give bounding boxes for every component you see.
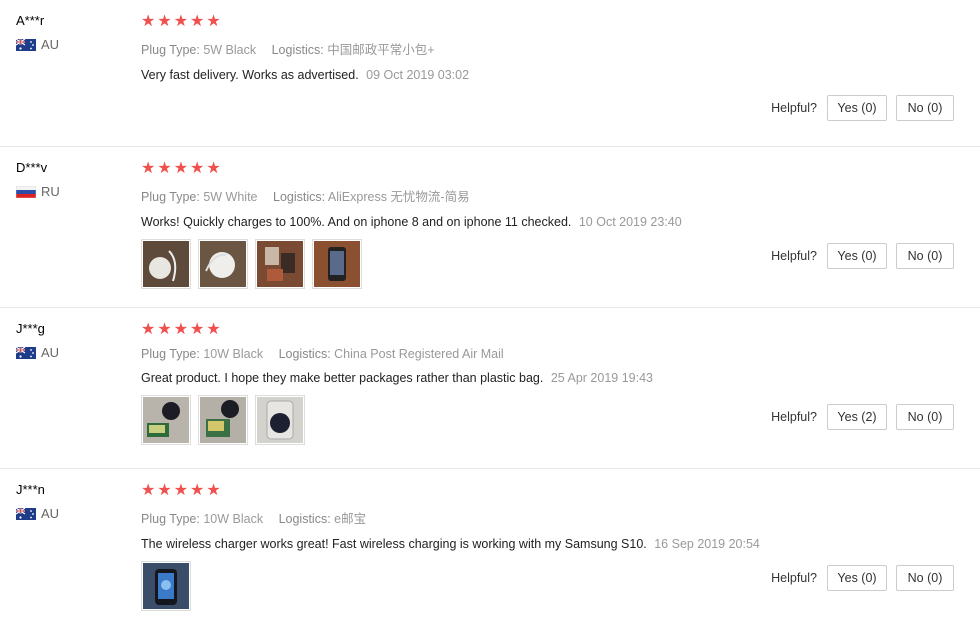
review-photo-thumbnail[interactable] xyxy=(141,239,191,289)
review-text: Great product. I hope they make better p… xyxy=(141,371,544,385)
review-photo-thumbnail[interactable] xyxy=(312,239,362,289)
helpful-controls: Helpful? Yes (0) No (0) xyxy=(771,565,954,591)
logistics-label: Logistics: xyxy=(278,512,331,526)
star-rating: ★★★★★ xyxy=(141,482,223,499)
review-content: ★★★★★ Plug Type: 10W Black Logistics: e邮… xyxy=(141,483,960,611)
review-user: J***n AU xyxy=(16,482,59,521)
star-rating: ★★★★★ xyxy=(141,13,223,30)
helpful-label: Helpful? xyxy=(771,410,817,424)
logistics-value: e邮宝 xyxy=(334,512,367,526)
helpful-yes-button[interactable]: Yes (0) xyxy=(827,243,887,269)
plug-type-value: 10W Black xyxy=(203,512,264,526)
review-text-row: Very fast delivery. Works as advertised.… xyxy=(141,68,960,82)
review-photo-thumbnail[interactable] xyxy=(198,395,248,445)
review-text-row: The wireless charger works great! Fast w… xyxy=(141,537,960,551)
user-name: J***g xyxy=(16,321,45,336)
user-country: AU xyxy=(16,506,59,521)
review-meta: Plug Type: 10W Black Logistics: China Po… xyxy=(141,347,960,361)
australia-flag-icon xyxy=(16,38,36,51)
plug-type-value: 5W Black xyxy=(203,43,257,57)
user-name: A***r xyxy=(16,13,45,28)
russia-flag-icon xyxy=(16,185,36,198)
logistics-value: AliExpress 无忧物流-简易 xyxy=(327,190,470,204)
helpful-yes-button[interactable]: Yes (0) xyxy=(827,565,887,591)
helpful-label: Helpful? xyxy=(771,101,817,115)
review-item: J***n AU ★★★★★ Plug Type: 10W Black Logi… xyxy=(0,469,980,627)
star-rating: ★★★★★ xyxy=(141,321,223,338)
helpful-no-button[interactable]: No (0) xyxy=(896,565,954,591)
australia-flag-icon xyxy=(16,346,36,359)
helpful-controls: Helpful? Yes (0) No (0) xyxy=(771,95,954,121)
user-country: RU xyxy=(16,184,60,199)
review-content: ★★★★★ Plug Type: 5W White Logistics: Ali… xyxy=(141,161,960,289)
review-date: 16 Sep 2019 20:54 xyxy=(654,537,760,551)
user-country: AU xyxy=(16,37,59,52)
country-code: RU xyxy=(41,184,60,199)
review-text: Very fast delivery. Works as advertised. xyxy=(141,68,359,82)
review-date: 25 Apr 2019 19:43 xyxy=(550,371,653,385)
helpful-no-button[interactable]: No (0) xyxy=(896,243,954,269)
logistics-label: Logistics: xyxy=(271,43,324,57)
logistics-value: China Post Registered Air Mail xyxy=(334,347,504,361)
review-meta: Plug Type: 10W Black Logistics: e邮宝 xyxy=(141,508,960,527)
review-text: The wireless charger works great! Fast w… xyxy=(141,537,647,551)
review-text: Works! Quickly charges to 100%. And on i… xyxy=(141,215,572,229)
plug-type-label: Plug Type: xyxy=(141,43,200,57)
logistics-value: 中国邮政平常小包+ xyxy=(327,43,435,57)
review-date: 09 Oct 2019 03:02 xyxy=(366,68,470,82)
review-photo-thumbnail[interactable] xyxy=(198,239,248,289)
user-name: D***v xyxy=(16,160,48,175)
review-date: 10 Oct 2019 23:40 xyxy=(578,215,682,229)
australia-flag-icon xyxy=(16,507,36,520)
review-text-row: Works! Quickly charges to 100%. And on i… xyxy=(141,215,960,229)
user-country: AU xyxy=(16,345,59,360)
helpful-label: Helpful? xyxy=(771,571,817,585)
helpful-controls: Helpful? Yes (0) No (0) xyxy=(771,243,954,269)
review-item: J***g AU ★★★★★ Plug Type: 10W Black Logi… xyxy=(0,308,980,469)
review-photo-thumbnail[interactable] xyxy=(255,395,305,445)
helpful-yes-button[interactable]: Yes (2) xyxy=(827,404,887,430)
review-item: A***r AU ★★★★★ Plug Type: 5W Black Logis… xyxy=(0,0,980,147)
review-photo-thumbnail[interactable] xyxy=(141,395,191,445)
review-user: J***g AU xyxy=(16,321,59,360)
user-name: J***n xyxy=(16,482,45,497)
helpful-controls: Helpful? Yes (2) No (0) xyxy=(771,404,954,430)
review-photo-thumbnail[interactable] xyxy=(141,561,191,611)
review-meta: Plug Type: 5W Black Logistics: 中国邮政平常小包+ xyxy=(141,39,960,58)
plug-type-value: 10W Black xyxy=(203,347,264,361)
country-code: AU xyxy=(41,506,60,521)
country-code: AU xyxy=(41,345,60,360)
country-code: AU xyxy=(41,37,60,52)
helpful-no-button[interactable]: No (0) xyxy=(896,95,954,121)
review-photo-thumbnail[interactable] xyxy=(255,239,305,289)
review-user: D***v RU xyxy=(16,160,60,199)
helpful-yes-button[interactable]: Yes (0) xyxy=(827,95,887,121)
review-item: D***v RU ★★★★★ Plug Type: 5W White Logis… xyxy=(0,147,980,308)
helpful-label: Helpful? xyxy=(771,249,817,263)
plug-type-label: Plug Type: xyxy=(141,347,200,361)
plug-type-value: 5W White xyxy=(203,190,258,204)
plug-type-label: Plug Type: xyxy=(141,190,200,204)
plug-type-label: Plug Type: xyxy=(141,512,200,526)
review-user: A***r AU xyxy=(16,13,59,52)
star-rating: ★★★★★ xyxy=(141,160,223,177)
helpful-no-button[interactable]: No (0) xyxy=(896,404,954,430)
review-text-row: Great product. I hope they make better p… xyxy=(141,371,960,385)
review-content: ★★★★★ Plug Type: 5W Black Logistics: 中国邮… xyxy=(141,13,960,83)
review-meta: Plug Type: 5W White Logistics: AliExpres… xyxy=(141,186,960,205)
logistics-label: Logistics: xyxy=(278,347,331,361)
logistics-label: Logistics: xyxy=(273,190,326,204)
